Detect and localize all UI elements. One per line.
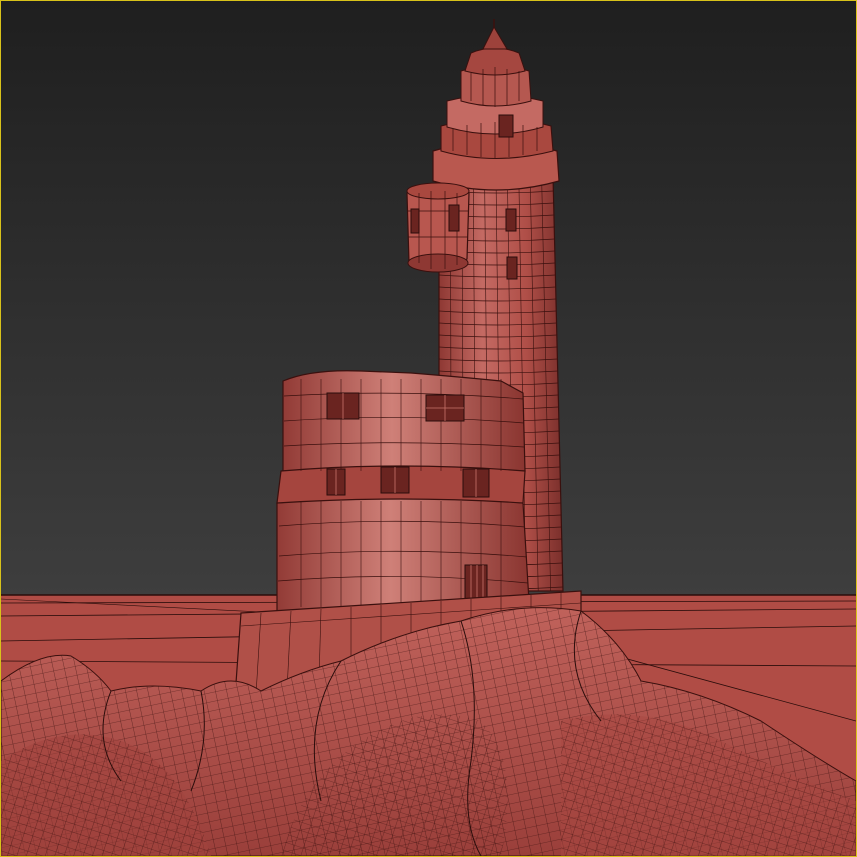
turret-window <box>410 208 420 234</box>
scene-canvas[interactable] <box>1 1 856 856</box>
turret-window <box>448 204 460 232</box>
side-turret[interactable] <box>406 182 470 273</box>
keeper-house[interactable] <box>276 370 530 612</box>
perspective-viewport[interactable] <box>0 0 857 857</box>
lantern-door <box>498 114 514 138</box>
